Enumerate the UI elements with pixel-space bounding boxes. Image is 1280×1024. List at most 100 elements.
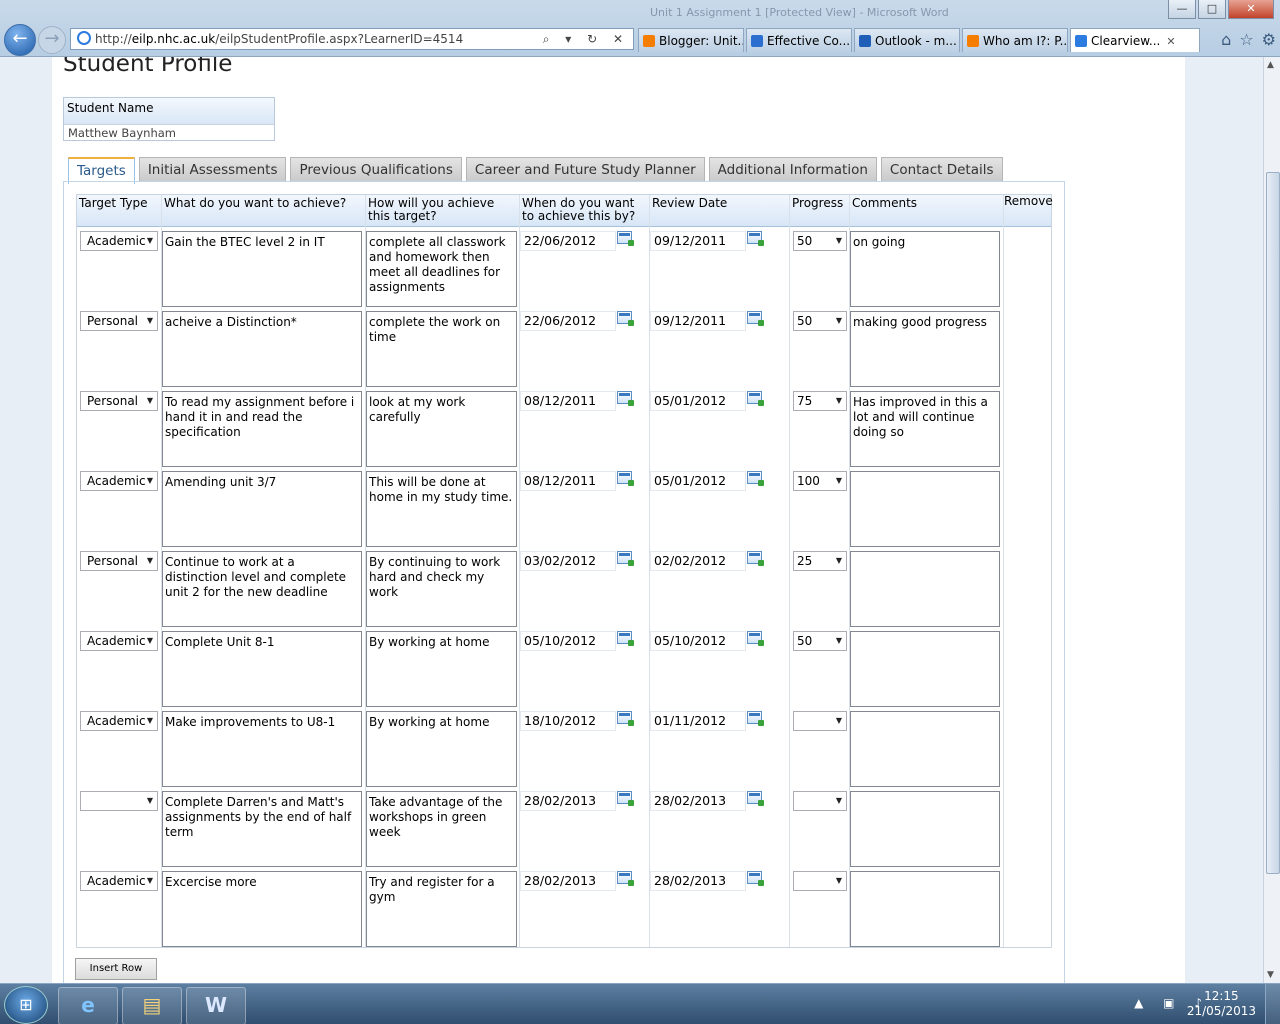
what-textarea[interactable]: Gain the BTEC level 2 in IT (162, 231, 362, 307)
how-textarea[interactable]: By continuing to work hard and check my … (366, 551, 517, 627)
tab-contact-details[interactable]: Contact Details (880, 157, 1003, 182)
review-date-input[interactable]: 05/10/2012 (650, 631, 746, 651)
target-type-select[interactable]: Academic (80, 711, 158, 731)
favorites-icon[interactable]: ☆ (1239, 30, 1253, 49)
how-textarea[interactable]: Take advantage of the workshops in green… (366, 791, 517, 867)
target-type-select[interactable]: Personal (80, 551, 158, 571)
review-date-input[interactable]: 28/02/2013 (650, 871, 746, 891)
when-date-input[interactable]: 22/06/2012 (520, 311, 616, 331)
close-window-button[interactable]: ✕ (1228, 0, 1274, 19)
target-type-select[interactable]: Personal (80, 311, 158, 331)
how-textarea[interactable]: complete the work on time (366, 311, 517, 387)
review-date-input[interactable]: 09/12/2011 (650, 311, 746, 331)
what-textarea[interactable]: To read my assignment before i hand it i… (162, 391, 362, 467)
comments-textarea[interactable]: on going (850, 231, 1000, 307)
start-button[interactable]: ⊞ (4, 986, 48, 1024)
calendar-icon[interactable] (617, 391, 634, 406)
comments-textarea[interactable] (850, 471, 1000, 547)
progress-select[interactable] (793, 711, 847, 731)
when-date-input[interactable]: 05/10/2012 (520, 631, 616, 651)
how-textarea[interactable]: complete all classwork and homework then… (366, 231, 517, 307)
comments-textarea[interactable] (850, 871, 1000, 947)
word-icon[interactable]: W (186, 987, 246, 1024)
review-date-input[interactable]: 05/01/2012 (650, 471, 746, 491)
review-date-input[interactable]: 28/02/2013 (650, 791, 746, 811)
target-type-select[interactable]: Academic (80, 871, 158, 891)
vertical-scrollbar[interactable]: ▲ ▼ (1263, 57, 1280, 983)
address-bar-tools[interactable]: ⌕ ▾ ↻ ✕ (543, 29, 629, 49)
how-textarea[interactable]: Try and register for a gym (366, 871, 517, 947)
when-date-input[interactable]: 03/02/2012 (520, 551, 616, 571)
what-textarea[interactable]: Complete Darren's and Matt's assignments… (162, 791, 362, 867)
when-date-input[interactable]: 08/12/2011 (520, 391, 616, 411)
comments-textarea[interactable]: making good progress (850, 311, 1000, 387)
browser-tab[interactable]: Outlook - m... (854, 28, 960, 52)
what-textarea[interactable]: Continue to work at a distinction level … (162, 551, 362, 627)
back-button[interactable]: ← (4, 24, 36, 56)
what-textarea[interactable]: Complete Unit 8-1 (162, 631, 362, 707)
progress-select[interactable]: 100 (793, 471, 847, 491)
forward-button[interactable]: → (38, 26, 66, 54)
maximize-button[interactable]: □ (1198, 0, 1226, 19)
calendar-icon[interactable] (617, 711, 634, 726)
browser-tab[interactable]: Effective Co... (746, 28, 852, 52)
insert-row-button[interactable]: Insert Row (75, 958, 157, 980)
comments-textarea[interactable] (850, 631, 1000, 707)
what-textarea[interactable]: Amending unit 3/7 (162, 471, 362, 547)
calendar-icon[interactable] (747, 471, 764, 486)
tab-initial-assessments[interactable]: Initial Assessments (138, 157, 287, 182)
target-type-select[interactable]: Academic (80, 231, 158, 251)
scrollbar-thumb[interactable] (1266, 172, 1280, 874)
how-textarea[interactable]: This will be done at home in my study ti… (366, 471, 517, 547)
progress-select[interactable] (793, 791, 847, 811)
calendar-icon[interactable] (747, 391, 764, 406)
when-date-input[interactable]: 22/06/2012 (520, 231, 616, 251)
target-type-select[interactable]: Academic (80, 631, 158, 651)
calendar-icon[interactable] (747, 631, 764, 646)
what-textarea[interactable]: Excercise more (162, 871, 362, 947)
calendar-icon[interactable] (617, 871, 634, 886)
tab-additional-information[interactable]: Additional Information (708, 157, 877, 182)
target-type-select[interactable] (80, 791, 158, 811)
calendar-icon[interactable] (747, 711, 764, 726)
review-date-input[interactable]: 02/02/2012 (650, 551, 746, 571)
calendar-icon[interactable] (747, 231, 764, 246)
target-type-select[interactable]: Academic (80, 471, 158, 491)
browser-tab[interactable]: Blogger: Unit... (638, 28, 744, 52)
tab-career-and-future-study-planner[interactable]: Career and Future Study Planner (465, 157, 705, 182)
browser-tab[interactable]: Clearview... ✕ (1070, 28, 1200, 52)
progress-select[interactable] (793, 871, 847, 891)
how-textarea[interactable]: look at my work carefully (366, 391, 517, 467)
how-textarea[interactable]: By working at home (366, 711, 517, 787)
when-date-input[interactable]: 28/02/2013 (520, 791, 616, 811)
calendar-icon[interactable] (617, 631, 634, 646)
comments-textarea[interactable] (850, 791, 1000, 867)
calendar-icon[interactable] (617, 311, 634, 326)
browser-tab[interactable]: Who am I?: P... (962, 28, 1068, 52)
progress-select[interactable]: 50 (793, 231, 847, 251)
review-date-input[interactable]: 01/11/2012 (650, 711, 746, 731)
calendar-icon[interactable] (617, 551, 634, 566)
comments-textarea[interactable] (850, 551, 1000, 627)
comments-textarea[interactable]: Has improved in this a lot and will cont… (850, 391, 1000, 467)
progress-select[interactable]: 50 (793, 311, 847, 331)
calendar-icon[interactable] (617, 471, 634, 486)
address-bar[interactable]: http://eilp.nhc.ac.uk/eilpStudentProfile… (70, 28, 634, 50)
scroll-up-icon[interactable]: ▲ (1267, 60, 1274, 70)
calendar-icon[interactable] (617, 791, 634, 806)
when-date-input[interactable]: 08/12/2011 (520, 471, 616, 491)
progress-select[interactable]: 50 (793, 631, 847, 651)
clock[interactable]: 12:15 21/05/2013 (1187, 989, 1256, 1019)
minimize-button[interactable]: — (1168, 0, 1196, 19)
progress-select[interactable]: 25 (793, 551, 847, 571)
what-textarea[interactable]: acheive a Distinction* (162, 311, 362, 387)
scroll-down-icon[interactable]: ▼ (1267, 970, 1274, 980)
when-date-input[interactable]: 18/10/2012 (520, 711, 616, 731)
calendar-icon[interactable] (747, 871, 764, 886)
close-tab-icon[interactable]: ✕ (1166, 35, 1175, 48)
calendar-icon[interactable] (747, 551, 764, 566)
calendar-icon[interactable] (747, 791, 764, 806)
tab-targets[interactable]: Targets (68, 157, 135, 184)
internet-explorer-icon[interactable]: e (58, 987, 118, 1024)
progress-select[interactable]: 75 (793, 391, 847, 411)
